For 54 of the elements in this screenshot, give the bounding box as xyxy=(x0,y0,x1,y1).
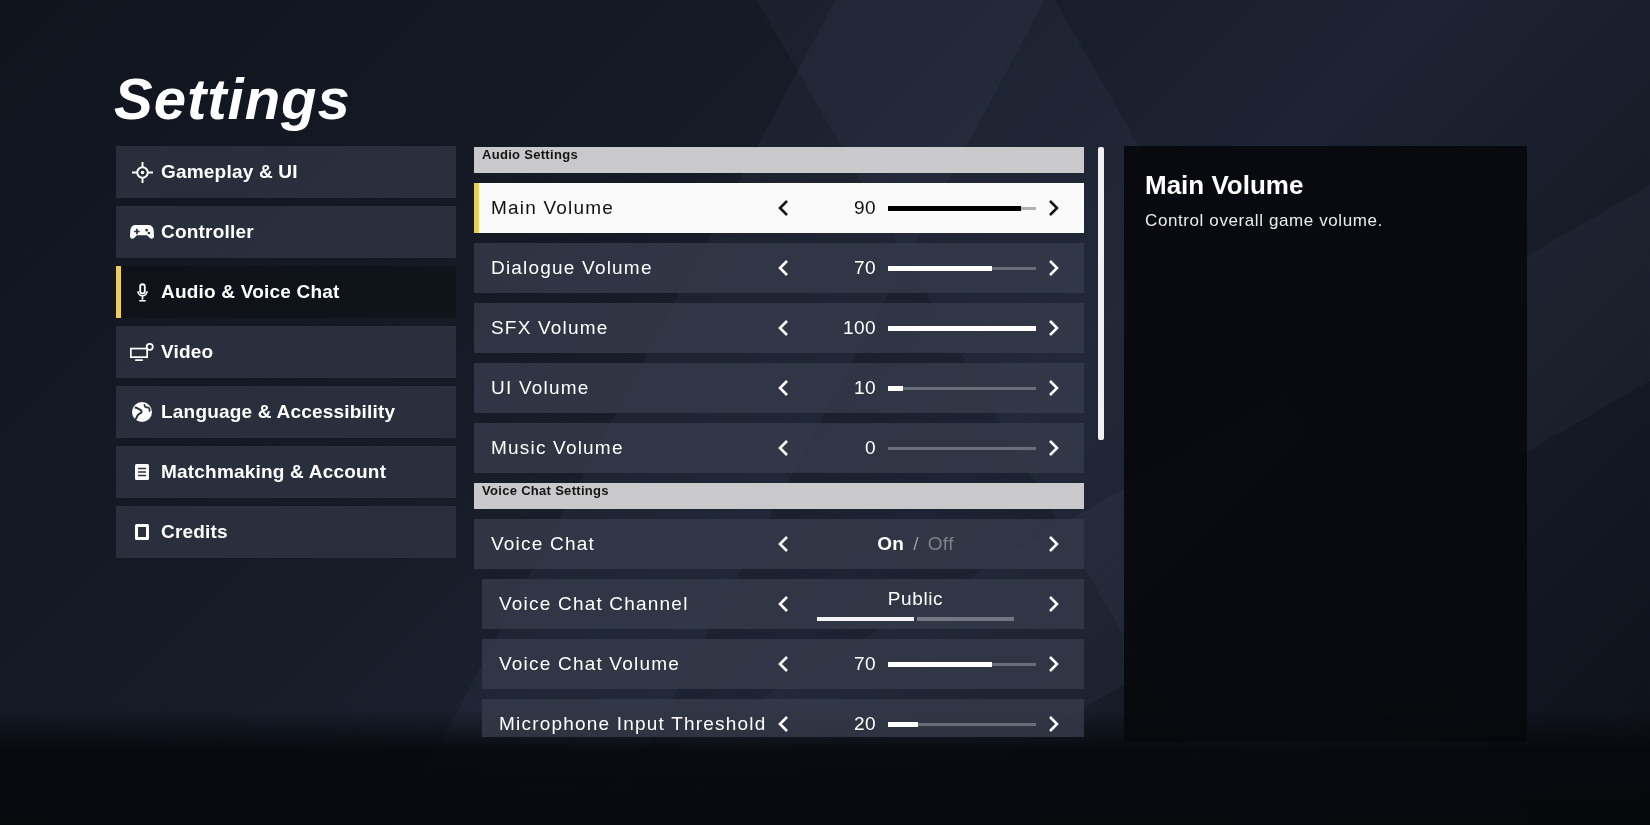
slider-track[interactable] xyxy=(888,721,1036,727)
setting-row[interactable]: SFX Volume 100 xyxy=(474,303,1084,353)
toggle-separator: / xyxy=(913,533,919,555)
chevron-right-icon[interactable] xyxy=(1048,199,1059,217)
slider-track[interactable] xyxy=(888,265,1036,271)
sidebar-tab[interactable]: Credits xyxy=(116,506,456,558)
setting-row[interactable]: Dialogue Volume 70 xyxy=(474,243,1084,293)
setting-value: 70 xyxy=(853,257,876,279)
setting-label: Microphone Input Threshold xyxy=(499,713,767,735)
document-icon xyxy=(135,464,149,480)
scrollbar-thumb[interactable] xyxy=(1098,147,1104,440)
slider-track[interactable] xyxy=(888,445,1036,451)
section-header: Voice Chat Settings xyxy=(474,483,1084,509)
setting-row[interactable]: Microphone Input Threshold 20 xyxy=(482,699,1084,737)
sidebar-tab[interactable]: Gameplay & UI xyxy=(116,146,456,198)
setting-row[interactable]: Music Volume 0 xyxy=(474,423,1084,473)
section-header: Audio Settings xyxy=(474,147,1084,173)
setting-row[interactable]: Main Volume 90 xyxy=(474,183,1084,233)
monitor-icon xyxy=(130,342,154,362)
sidebar-tab[interactable]: Controller xyxy=(116,206,456,258)
square-icon xyxy=(135,524,149,540)
slider-track[interactable] xyxy=(888,325,1036,331)
crosshair-icon xyxy=(131,161,153,183)
sidebar-tab[interactable]: Language & Accessibility xyxy=(116,386,456,438)
setting-value: 100 xyxy=(842,317,876,339)
toggle-option: Off xyxy=(927,533,954,555)
setting-row[interactable]: Voice Chat Volume 70 xyxy=(482,639,1084,689)
setting-label: Voice Chat xyxy=(491,533,595,555)
gamepad-icon xyxy=(130,224,154,240)
setting-value: Public xyxy=(887,587,944,610)
setting-value: 90 xyxy=(853,197,876,219)
sidebar-tab[interactable]: Matchmaking & Account xyxy=(116,446,456,498)
description-text: Control overall game volume. xyxy=(1145,211,1383,231)
setting-value: 20 xyxy=(853,713,876,735)
sidebar-tab[interactable]: Video xyxy=(116,326,456,378)
setting-value: 10 xyxy=(853,377,876,399)
setting-label: Voice Chat Volume xyxy=(499,653,680,675)
setting-label: Music Volume xyxy=(491,437,624,459)
slider-track[interactable] xyxy=(888,385,1036,391)
setting-label: Main Volume xyxy=(491,197,615,219)
setting-value: 70 xyxy=(853,653,876,675)
globe-icon xyxy=(132,402,152,422)
setting-label: UI Volume xyxy=(491,377,590,399)
microphone-icon xyxy=(136,282,148,302)
slider-track[interactable] xyxy=(888,661,1036,667)
description-title: Main Volume xyxy=(1145,170,1304,201)
setting-row[interactable]: UI Volume 10 xyxy=(474,363,1084,413)
setting-label: Dialogue Volume xyxy=(491,257,653,279)
toggle-option: On xyxy=(877,533,905,555)
chevron-left-icon[interactable] xyxy=(778,199,789,217)
setting-label: SFX Volume xyxy=(491,317,609,339)
setting-value: 0 xyxy=(864,437,876,459)
sidebar-tab[interactable]: Audio & Voice Chat xyxy=(116,266,456,318)
setting-label: Voice Chat Channel xyxy=(499,593,689,615)
